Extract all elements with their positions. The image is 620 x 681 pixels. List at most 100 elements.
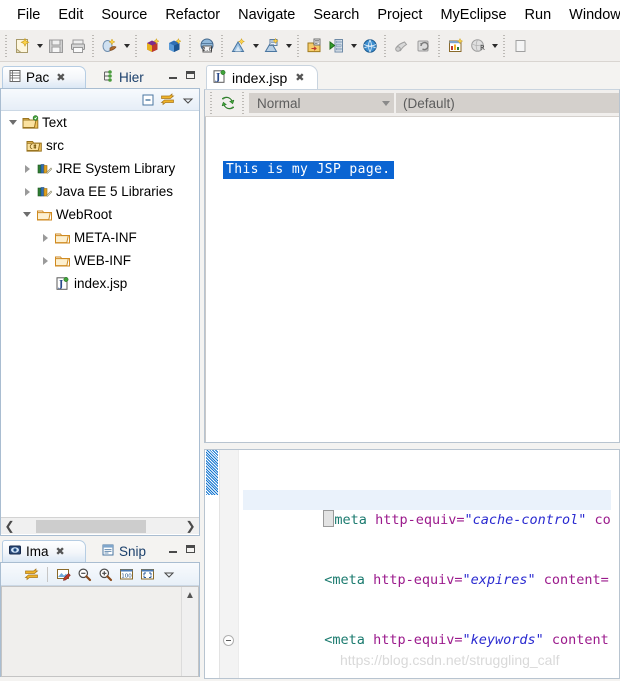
image-view-vertical-scrollbar[interactable]: ▲: [181, 587, 198, 676]
tab-hierarchy[interactable]: Hier: [96, 66, 166, 88]
tree-item-src[interactable]: src: [1, 134, 199, 157]
maximize-view-button[interactable]: [184, 543, 197, 556]
open-type-icon[interactable]: [304, 35, 326, 57]
edit-image-icon[interactable]: [55, 566, 72, 583]
zoom-out-icon[interactable]: [76, 566, 93, 583]
tree-item-meta-inf[interactable]: META-INF: [1, 226, 199, 249]
tab-index-jsp[interactable]: J index.jsp ✖: [206, 65, 318, 89]
menu-project[interactable]: Project: [368, 5, 431, 25]
myeclipse-deploy-dropdown-icon[interactable]: [121, 35, 132, 57]
image-view-canvas[interactable]: ▲: [1, 586, 199, 677]
tree-item-java-ee-5-libraries[interactable]: Java EE 5 Libraries: [1, 180, 199, 203]
view-menu-icon[interactable]: [179, 91, 196, 108]
build-icon[interactable]: [391, 35, 413, 57]
new-wizard-dropdown-icon[interactable]: [34, 35, 45, 57]
code-line[interactable]: <meta http-equiv="keywords" content: [243, 610, 611, 648]
run-server-icon[interactable]: [326, 35, 348, 57]
code-line[interactable]: <meta http-equiv="cache-control" co: [243, 490, 611, 528]
twisty-closed-icon[interactable]: [19, 180, 35, 203]
minimize-view-button[interactable]: [167, 69, 180, 82]
search-web-icon[interactable]: R: [467, 35, 489, 57]
menu-file[interactable]: File: [8, 5, 49, 25]
new-web-project-icon[interactable]: [142, 35, 164, 57]
menu-edit[interactable]: Edit: [49, 5, 92, 25]
source-code-text[interactable]: <meta http-equiv="cache-control" co <met…: [243, 450, 611, 678]
run-wizard-dropdown-icon[interactable]: [250, 35, 261, 57]
toolbar-grip[interactable]: [91, 34, 97, 57]
twisty-open-icon[interactable]: [5, 111, 21, 134]
search-web-dropdown-icon[interactable]: [489, 35, 500, 57]
toolbar-grip[interactable]: [4, 34, 10, 57]
preview-selected-text[interactable]: This is my JSP page.: [223, 161, 394, 179]
toolbar-overflow-icon[interactable]: [510, 35, 532, 57]
css-style-field[interactable]: (Default): [396, 93, 619, 113]
refresh-preview-icon[interactable]: [217, 92, 239, 114]
toolbar-grip[interactable]: [437, 34, 443, 57]
open-browser-icon[interactable]: [359, 35, 381, 57]
run-wizard-icon[interactable]: [228, 35, 250, 57]
toolbar-grip[interactable]: [209, 92, 215, 114]
toolbar-grip[interactable]: [134, 34, 140, 57]
code-line[interactable]: <meta http-equiv="description" con: [243, 670, 611, 678]
tree-item-webroot[interactable]: WebRoot: [1, 203, 199, 226]
myeclipse-deploy-icon[interactable]: [99, 35, 121, 57]
twisty-closed-icon[interactable]: [37, 226, 53, 249]
tree-item-web-inf[interactable]: WEB-INF: [1, 249, 199, 272]
toolbar-grip[interactable]: [220, 34, 226, 57]
menu-navigate[interactable]: Navigate: [229, 5, 304, 25]
fit-image-icon[interactable]: [139, 566, 156, 583]
tree-item-jre-system-library[interactable]: JRE System Library: [1, 157, 199, 180]
collapse-all-icon[interactable]: [139, 91, 156, 108]
report-icon[interactable]: [445, 35, 467, 57]
scroll-left-icon[interactable]: ❮: [1, 519, 18, 534]
toolbar-grip[interactable]: [188, 34, 194, 57]
twisty-closed-icon[interactable]: [37, 249, 53, 272]
link-with-editor-icon[interactable]: [23, 566, 40, 583]
explorer-horizontal-scrollbar[interactable]: ❮ ❯: [1, 517, 199, 534]
design-preview-area[interactable]: This is my JSP page.: [205, 117, 619, 442]
fold-collapse-icon[interactable]: [223, 635, 234, 646]
scrollbar-thumb[interactable]: [36, 519, 146, 533]
toolbar-grip[interactable]: [296, 34, 302, 57]
print-icon[interactable]: [67, 35, 89, 57]
menu-myeclipse[interactable]: MyEclipse: [431, 5, 515, 25]
database-explorer-icon[interactable]: 2.0: [196, 35, 218, 57]
tab-package-explorer[interactable]: Pac ✖: [2, 66, 86, 88]
tree-item-project[interactable]: Text: [1, 111, 199, 134]
view-menu-icon[interactable]: [160, 566, 177, 583]
toolbar-grip[interactable]: [502, 34, 508, 57]
code-line[interactable]: <meta http-equiv="expires" content=: [243, 550, 611, 588]
tree-item-index-jsp[interactable]: J index.jsp: [1, 272, 199, 295]
save-icon[interactable]: [45, 35, 67, 57]
chevron-down-icon[interactable]: [382, 100, 390, 106]
tab-snippets[interactable]: Snip: [96, 540, 168, 562]
overview-ruler-thumb[interactable]: [206, 450, 218, 495]
close-icon[interactable]: ✖: [56, 71, 65, 84]
debug-wizard-dropdown-icon[interactable]: [283, 35, 294, 57]
scrollbar-track[interactable]: [18, 519, 182, 534]
toolbar-grip[interactable]: [383, 34, 389, 57]
toolbar-grip[interactable]: [241, 92, 247, 114]
new-project-icon[interactable]: [164, 35, 186, 57]
zoom-in-icon[interactable]: [97, 566, 114, 583]
source-editor-area[interactable]: <meta http-equiv="cache-control" co <met…: [204, 449, 620, 679]
menu-window[interactable]: Window: [560, 5, 620, 25]
zoom-100-icon[interactable]: 100: [118, 566, 135, 583]
menu-search[interactable]: Search: [304, 5, 368, 25]
close-icon[interactable]: ✖: [56, 545, 65, 558]
menu-run[interactable]: Run: [516, 5, 561, 25]
close-icon[interactable]: ✖: [295, 71, 304, 84]
minimize-view-button[interactable]: [167, 543, 180, 556]
project-tree[interactable]: Text src JRE System Library Java EE 5 Li…: [1, 111, 199, 517]
new-wizard-icon[interactable]: [12, 35, 34, 57]
tab-image-view[interactable]: Ima ✖: [2, 540, 86, 562]
twisty-open-icon[interactable]: [19, 203, 35, 226]
paragraph-style-select[interactable]: Normal: [249, 93, 394, 113]
twisty-closed-icon[interactable]: [19, 157, 35, 180]
scroll-right-icon[interactable]: ❯: [182, 519, 199, 534]
maximize-view-button[interactable]: [184, 69, 197, 82]
debug-wizard-icon[interactable]: [261, 35, 283, 57]
refresh-icon[interactable]: [413, 35, 435, 57]
scroll-up-icon[interactable]: ▲: [182, 587, 198, 603]
menu-refactor[interactable]: Refactor: [156, 5, 229, 25]
